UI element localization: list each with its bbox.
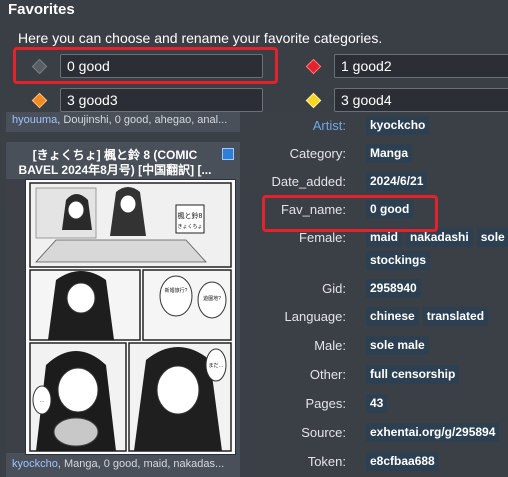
info-row-fav-name: Fav_name: 0 good <box>240 200 508 222</box>
tag-chip[interactable]: sole <box>476 228 508 247</box>
tag-chip[interactable]: maid <box>366 228 403 247</box>
artist-link[interactable]: kyockcho <box>12 458 58 470</box>
bubble-text-4: … <box>40 398 45 404</box>
favorite-slot-0 <box>26 53 263 79</box>
dialog-title: Favorites <box>8 1 75 18</box>
tag-chip[interactable]: 2024/6/21 <box>366 172 428 191</box>
color-swatch-yellow[interactable] <box>300 87 326 113</box>
info-label: Gid: <box>322 281 346 296</box>
tag-chip[interactable]: full censorship <box>366 365 460 384</box>
favorite-name-input-1[interactable] <box>334 54 508 78</box>
tag-icon <box>222 148 234 160</box>
info-label[interactable]: Artist: <box>313 118 346 133</box>
info-label: Token: <box>307 454 346 469</box>
info-row-other: Other: full censorship <box>240 365 508 387</box>
info-label: Female: <box>299 230 346 245</box>
gallery-title-text: [きょくちょ] 楓と鈴 8 (COMIC BAVEL 2024年8月号) [中国… <box>18 148 212 177</box>
info-label: Date_added: <box>271 174 346 189</box>
tag-chip[interactable]: sole male <box>366 336 429 355</box>
info-label: Other: <box>309 367 346 382</box>
info-label: Category: <box>289 146 346 161</box>
info-row-artist: Artist: kyockcho <box>240 116 508 138</box>
tag-chip[interactable]: Manga <box>366 144 413 163</box>
tag-chip[interactable]: e8cfbaa688 <box>366 452 439 471</box>
info-label: Male: <box>314 338 346 353</box>
gallery-info-table: Artist: kyockcho Category: Manga Date_ad… <box>240 112 508 477</box>
info-label: Pages: <box>305 396 346 411</box>
gallery-card-footer: kyockcho, Manga, 0 good, maid, nakadas..… <box>6 456 240 474</box>
diamond-icon <box>305 58 321 74</box>
tag-chip[interactable]: translated <box>422 307 489 326</box>
cover-author-text: きょくちょ <box>177 223 202 230</box>
gallery-title[interactable]: [きょくちょ] 楓と鈴 8 (COMIC BAVEL 2024年8月号) [中国… <box>6 142 240 180</box>
info-row-language: Language: chinese translated <box>240 307 508 329</box>
artist-link[interactable]: hyouuma <box>12 114 57 126</box>
tags-line: hyouuma, Doujinshi, 0 good, ahegao, anal… <box>6 112 240 128</box>
tag-chip[interactable]: kyockcho <box>366 116 430 135</box>
tag-chip[interactable]: stockings <box>366 251 431 270</box>
favorite-slot-3 <box>300 87 508 113</box>
favorite-name-input-3[interactable] <box>334 88 508 112</box>
tag-chip[interactable]: nakadashi <box>406 228 473 247</box>
info-row-male: Male: sole male <box>240 336 508 358</box>
gallery-card-previous[interactable]: hyouuma, Doujinshi, 0 good, ahegao, anal… <box>6 112 240 132</box>
tags-text: , Doujinshi, 0 good, ahegao, anal... <box>57 114 228 126</box>
tags-line: kyockcho, Manga, 0 good, maid, nakadas..… <box>6 456 240 472</box>
tag-chip[interactable]: exhentai.org/g/295894 <box>366 423 500 442</box>
dialog-description: Here you can choose and rename your favo… <box>18 30 383 46</box>
info-label: Source: <box>301 425 346 440</box>
cover-title-text: 楓と鈴8 <box>178 211 203 220</box>
info-row-female: Female: maid nakadashi sole stockings <box>240 228 508 272</box>
gallery-column: hyouuma, Doujinshi, 0 good, ahegao, anal… <box>0 112 240 477</box>
info-row-gid: Gid: 2958940 <box>240 279 508 301</box>
tag-chip[interactable]: 0 good <box>366 200 414 219</box>
diamond-icon <box>31 92 47 108</box>
info-label: Language: <box>284 309 346 324</box>
color-swatch-orange[interactable] <box>26 87 52 113</box>
tag-chip[interactable]: 43 <box>366 394 388 413</box>
bubble-text-1: 新婚旅行? <box>165 287 188 294</box>
color-swatch-red[interactable] <box>300 53 326 79</box>
info-row-date-added: Date_added: 2024/6/21 <box>240 172 508 194</box>
tags-text: , Manga, 0 good, maid, nakadas... <box>57 458 225 470</box>
info-row-source: Source: exhentai.org/g/295894 <box>240 423 508 445</box>
info-row-category: Category: Manga <box>240 144 508 166</box>
gallery-thumbnail[interactable]: 楓と鈴8 きょくちょ 新婚旅行? 遊園地? … まだ… <box>25 179 236 455</box>
diamond-icon <box>305 92 321 108</box>
favorites-dialog: Favorites Here you can choose and rename… <box>0 0 508 112</box>
bubble-text-2: 遊園地? <box>203 295 221 302</box>
tag-chip[interactable]: 2958940 <box>366 279 421 298</box>
favorite-name-input-2[interactable] <box>60 88 263 112</box>
favorite-name-input-0[interactable] <box>60 54 263 78</box>
favorite-slot-2 <box>26 87 263 113</box>
info-row-token: Token: e8cfbaa688 <box>240 452 508 474</box>
info-label: Fav_name: <box>280 202 346 217</box>
manga-cover-art: 楓と鈴8 きょくちょ 新婚旅行? 遊園地? … まだ… <box>26 180 235 454</box>
tag-chip[interactable]: chinese <box>366 307 419 326</box>
thumbnail-margin <box>6 179 25 453</box>
info-row-pages: Pages: 43 <box>240 394 508 416</box>
color-swatch-gray[interactable] <box>26 53 52 79</box>
favorite-slot-1 <box>300 53 508 79</box>
diamond-icon <box>31 58 47 74</box>
bubble-text-3: まだ… <box>208 363 223 369</box>
